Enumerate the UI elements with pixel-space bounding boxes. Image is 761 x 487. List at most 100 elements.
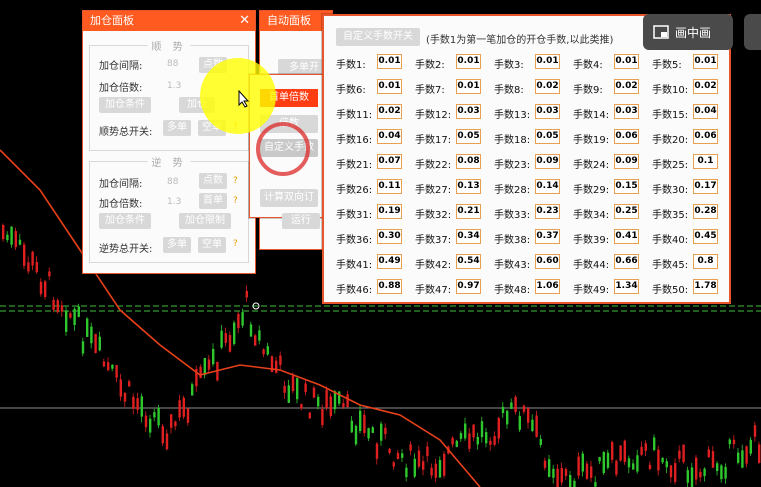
click-ring xyxy=(256,122,310,176)
help-icon[interactable]: ? xyxy=(233,176,238,186)
candle xyxy=(212,348,215,365)
candle xyxy=(468,433,471,449)
lot-value-input[interactable]: 0.23 xyxy=(535,204,560,219)
lot-value-input[interactable]: 0.8 xyxy=(693,254,718,269)
lot-value-input[interactable]: 0.06 xyxy=(614,129,639,144)
lot-value-input[interactable]: 0.15 xyxy=(614,179,639,194)
lot-value-input[interactable]: 0.03 xyxy=(456,104,481,119)
candle xyxy=(682,444,685,463)
lot-value-input[interactable]: 0.49 xyxy=(377,254,402,269)
counter-buy-button[interactable]: 多单 xyxy=(163,237,191,253)
help-icon[interactable]: ? xyxy=(233,239,238,249)
lot-value-input[interactable]: 0.66 xyxy=(614,254,639,269)
lot-value-input[interactable]: 0.11 xyxy=(377,179,402,194)
lot-label: 手数5: xyxy=(652,60,682,71)
candle xyxy=(644,443,647,451)
close-icon[interactable]: ✕ xyxy=(239,11,250,31)
candle xyxy=(548,459,551,477)
lot-label: 手数34: xyxy=(573,210,610,221)
lot-value-input[interactable]: 0.08 xyxy=(456,154,481,169)
lot-value-input[interactable]: 0.60 xyxy=(535,254,560,269)
custom-lots-toggle-button[interactable]: 自定义手数开关 xyxy=(336,28,420,46)
counter-interval-label: 加仓间隔: xyxy=(99,179,143,190)
candle xyxy=(405,467,408,478)
lot-value-input[interactable]: 0.01 xyxy=(456,79,481,94)
pip-secondary-button[interactable] xyxy=(744,14,761,50)
candle xyxy=(724,466,727,479)
trend-multiplier-value[interactable]: 1.3 xyxy=(167,81,181,91)
lot-value-input[interactable]: 0.54 xyxy=(456,254,481,269)
lot-value-input[interactable]: 0.45 xyxy=(693,229,718,244)
lot-value-input[interactable]: 1.78 xyxy=(693,279,718,294)
lot-value-input[interactable]: 0.41 xyxy=(614,229,639,244)
lot-value-input[interactable]: 0.14 xyxy=(535,179,560,194)
lot-value-input[interactable]: 0.01 xyxy=(456,54,481,69)
lot-value-input[interactable]: 0.01 xyxy=(614,54,639,69)
lot-value-input[interactable]: 0.09 xyxy=(535,154,560,169)
lot-value-input[interactable]: 0.30 xyxy=(377,229,402,244)
candle xyxy=(350,420,353,433)
candle xyxy=(674,463,677,482)
lot-value-input[interactable]: 0.21 xyxy=(456,204,481,219)
counter-interval-unit-button[interactable]: 点数 xyxy=(199,173,227,189)
lot-value-input[interactable]: 0.01 xyxy=(377,54,402,69)
candle xyxy=(711,451,715,468)
lot-value-input[interactable]: 0.02 xyxy=(614,79,639,94)
lot-value-input[interactable]: 0.05 xyxy=(535,129,560,144)
lot-value-input[interactable]: 0.06 xyxy=(693,129,718,144)
lot-value-input[interactable]: 0.37 xyxy=(535,229,560,244)
candle xyxy=(191,384,194,396)
candle xyxy=(144,415,148,428)
auto-run-button[interactable]: 运行 xyxy=(282,213,320,229)
lot-value-input[interactable]: 0.02 xyxy=(377,104,402,119)
candle xyxy=(18,239,22,245)
counter-multiplier-value[interactable]: 1.3 xyxy=(167,197,181,207)
counter-condition-button[interactable]: 加仓条件 xyxy=(99,213,151,229)
lot-value-input[interactable]: 0.01 xyxy=(693,54,718,69)
pip-button[interactable]: 画中画 xyxy=(643,14,733,50)
counter-interval-value[interactable]: 88 xyxy=(167,177,178,187)
candle xyxy=(741,450,744,468)
candle xyxy=(598,456,601,462)
lot-label: 手数16: xyxy=(336,135,373,146)
lot-value-input[interactable]: 0.04 xyxy=(377,129,402,144)
lot-value-input[interactable]: 0.34 xyxy=(456,229,481,244)
lot-value-input[interactable]: 0.02 xyxy=(535,79,560,94)
lot-value-input[interactable]: 0.1 xyxy=(693,154,718,169)
lot-value-input[interactable]: 0.88 xyxy=(377,279,402,294)
candle xyxy=(434,463,437,478)
lot-value-input[interactable]: 0.05 xyxy=(456,129,481,144)
lot-label: 手数33: xyxy=(494,210,531,221)
lot-value-input[interactable]: 0.07 xyxy=(377,154,402,169)
lot-value-input[interactable]: 0.97 xyxy=(456,279,481,294)
candle xyxy=(430,467,433,476)
lot-value-input[interactable]: 0.13 xyxy=(456,179,481,194)
trend-condition-button[interactable]: 加仓条件 xyxy=(99,97,151,113)
trend-interval-value[interactable]: 88 xyxy=(167,59,178,69)
lot-value-input[interactable]: 1.06 xyxy=(535,279,560,294)
lot-value-input[interactable]: 0.25 xyxy=(614,204,639,219)
help-icon[interactable]: ? xyxy=(233,196,238,206)
trend-buy-button[interactable]: 多单 xyxy=(163,120,191,136)
counter-first-order-button[interactable]: 首单 xyxy=(199,193,227,209)
candle xyxy=(333,391,337,410)
counter-limit-button[interactable]: 加仓限制 xyxy=(179,213,231,229)
lot-value-input[interactable]: 0.02 xyxy=(693,79,718,94)
candle xyxy=(527,408,530,423)
counter-sell-button[interactable]: 空单 xyxy=(198,237,226,253)
candle xyxy=(506,410,509,425)
lot-value-input[interactable]: 0.01 xyxy=(535,54,560,69)
lot-value-input[interactable]: 0.09 xyxy=(614,154,639,169)
lot-label: 手数21: xyxy=(336,160,373,171)
calc-bidirectional-option[interactable]: 计算双向订 xyxy=(260,189,318,207)
lot-value-input[interactable]: 1.34 xyxy=(614,279,639,294)
lot-value-input[interactable]: 0.03 xyxy=(535,104,560,119)
lot-value-input[interactable]: 0.03 xyxy=(614,104,639,119)
candle xyxy=(413,458,416,477)
lot-value-input[interactable]: 0.17 xyxy=(693,179,718,194)
lot-value-input[interactable]: 0.04 xyxy=(693,104,718,119)
lot-value-input[interactable]: 0.28 xyxy=(693,204,718,219)
lot-value-input[interactable]: 0.01 xyxy=(377,79,402,94)
lot-value-input[interactable]: 0.19 xyxy=(377,204,402,219)
add-panel-title-bar[interactable]: 加仓面板 ✕ xyxy=(83,11,255,31)
